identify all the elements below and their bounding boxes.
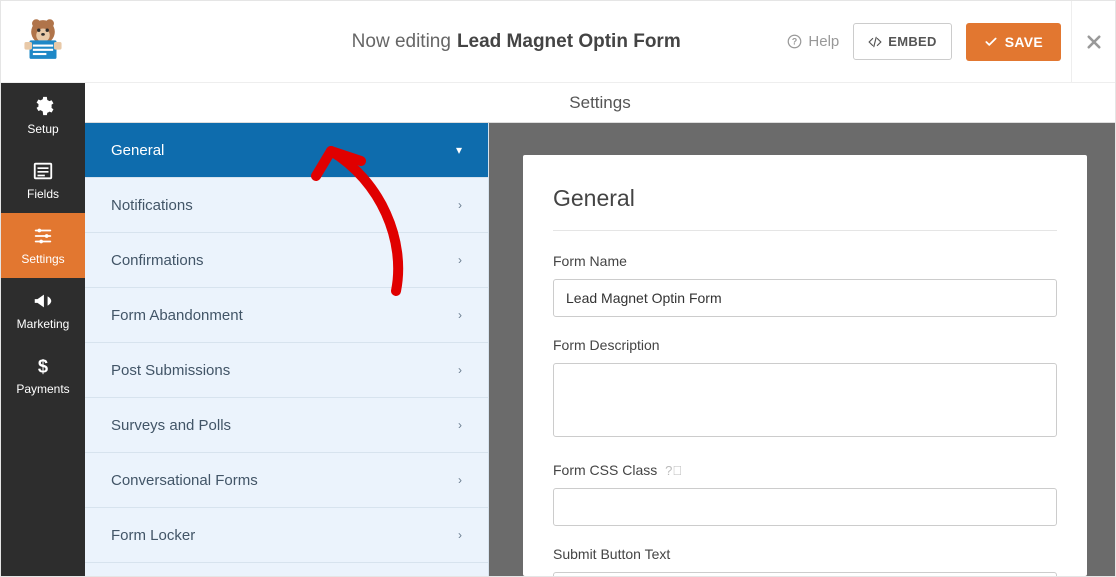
sidebar-item-label: Fields xyxy=(27,187,59,201)
form-title: Lead Magnet Optin Form xyxy=(457,31,681,53)
bullhorn-icon xyxy=(32,290,54,312)
sidebar-item-payments[interactable]: $ Payments xyxy=(1,343,85,408)
close-icon xyxy=(1085,33,1103,51)
nav-item-label: Surveys and Polls xyxy=(111,417,231,434)
settings-nav-general[interactable]: General ▾ xyxy=(85,123,488,178)
chevron-right-icon: › xyxy=(458,253,462,267)
nav-item-label: Notifications xyxy=(111,197,193,214)
help-link[interactable]: ? Help xyxy=(787,33,839,50)
nav-item-label: Post Submissions xyxy=(111,362,230,379)
form-description-input[interactable] xyxy=(553,363,1057,437)
sidebar-item-marketing[interactable]: Marketing xyxy=(1,278,85,343)
field-form-description: Form Description xyxy=(553,337,1057,442)
nav-item-label: Form Abandonment xyxy=(111,307,243,324)
svg-text:$: $ xyxy=(38,355,48,376)
sidebar-item-label: Marketing xyxy=(17,317,70,331)
svg-text:?: ? xyxy=(792,37,797,47)
chevron-right-icon: › xyxy=(458,363,462,377)
list-icon xyxy=(32,160,54,182)
form-name-label: Form Name xyxy=(553,253,1057,269)
embed-label: EMBED xyxy=(888,34,936,49)
nav-item-label: Form Locker xyxy=(111,527,195,544)
sliders-icon xyxy=(32,225,54,247)
settings-nav-confirmations[interactable]: Confirmations › xyxy=(85,233,488,288)
save-label: SAVE xyxy=(1005,34,1043,50)
sidebar-item-label: Setup xyxy=(27,122,58,136)
submit-button-text-input[interactable] xyxy=(553,572,1057,576)
chevron-right-icon: › xyxy=(458,308,462,322)
form-name-input[interactable] xyxy=(553,279,1057,317)
help-icon: ? xyxy=(787,34,802,49)
check-icon xyxy=(984,35,998,49)
close-button[interactable] xyxy=(1071,1,1115,83)
chevron-right-icon: › xyxy=(458,418,462,432)
panel-heading: General xyxy=(553,185,1057,231)
app-logo xyxy=(1,1,85,83)
app-body: Settings General ▾ Notifications › Confi… xyxy=(85,83,1115,576)
settings-nav-surveys-polls[interactable]: Surveys and Polls › xyxy=(85,398,488,453)
panel-wrap: General Form Name Form Description Form … xyxy=(489,123,1115,576)
chevron-right-icon: › xyxy=(458,198,462,212)
settings-panel: General Form Name Form Description Form … xyxy=(523,155,1087,576)
embed-button[interactable]: EMBED xyxy=(853,23,951,60)
top-actions: ? Help EMBED SAVE xyxy=(787,23,1071,61)
nav-item-label: General xyxy=(111,142,164,159)
settings-nav-notifications[interactable]: Notifications › xyxy=(85,178,488,233)
form-description-label: Form Description xyxy=(553,337,1057,353)
help-icon[interactable]: ?⃝ xyxy=(665,463,682,478)
chevron-down-icon: ▾ xyxy=(456,143,462,157)
settings-nav-form-abandonment[interactable]: Form Abandonment › xyxy=(85,288,488,343)
settings-nav-post-submissions[interactable]: Post Submissions › xyxy=(85,343,488,398)
help-label: Help xyxy=(808,33,839,50)
field-form-name: Form Name xyxy=(553,253,1057,317)
form-css-class-input[interactable] xyxy=(553,488,1057,526)
section-header: Settings xyxy=(85,83,1115,123)
settings-nav-conversational-forms[interactable]: Conversational Forms › xyxy=(85,453,488,508)
dollar-icon: $ xyxy=(32,355,54,377)
chevron-right-icon: › xyxy=(458,528,462,542)
topbar: Now editing Lead Magnet Optin Form ? Hel… xyxy=(1,1,1115,83)
settings-nav: General ▾ Notifications › Confirmations … xyxy=(85,123,489,576)
form-css-class-label: Form CSS Class ?⃝ xyxy=(553,462,1057,478)
sidebar-item-label: Payments xyxy=(16,382,69,396)
chevron-right-icon: › xyxy=(458,473,462,487)
sidebar-item-setup[interactable]: Setup xyxy=(1,83,85,148)
field-form-css-class: Form CSS Class ?⃝ xyxy=(553,462,1057,526)
nav-item-label: Conversational Forms xyxy=(111,472,258,489)
field-submit-button-text: Submit Button Text xyxy=(553,546,1057,576)
sidebar-item-settings[interactable]: Settings xyxy=(1,213,85,278)
title-area: Now editing Lead Magnet Optin Form xyxy=(85,31,787,53)
gear-icon xyxy=(32,95,54,117)
settings-nav-form-locker[interactable]: Form Locker › xyxy=(85,508,488,563)
code-icon xyxy=(868,35,882,49)
form-css-class-label-text: Form CSS Class xyxy=(553,462,657,478)
sidebar-item-label: Settings xyxy=(21,252,64,266)
submit-button-text-label: Submit Button Text xyxy=(553,546,1057,562)
now-editing-label: Now editing xyxy=(352,31,451,53)
nav-item-label: Confirmations xyxy=(111,252,204,269)
main-sidebar: Setup Fields Settings Marketing $ Paymen… xyxy=(1,83,85,576)
save-button[interactable]: SAVE xyxy=(966,23,1061,61)
sidebar-item-fields[interactable]: Fields xyxy=(1,148,85,213)
work-area: General ▾ Notifications › Confirmations … xyxy=(85,123,1115,576)
